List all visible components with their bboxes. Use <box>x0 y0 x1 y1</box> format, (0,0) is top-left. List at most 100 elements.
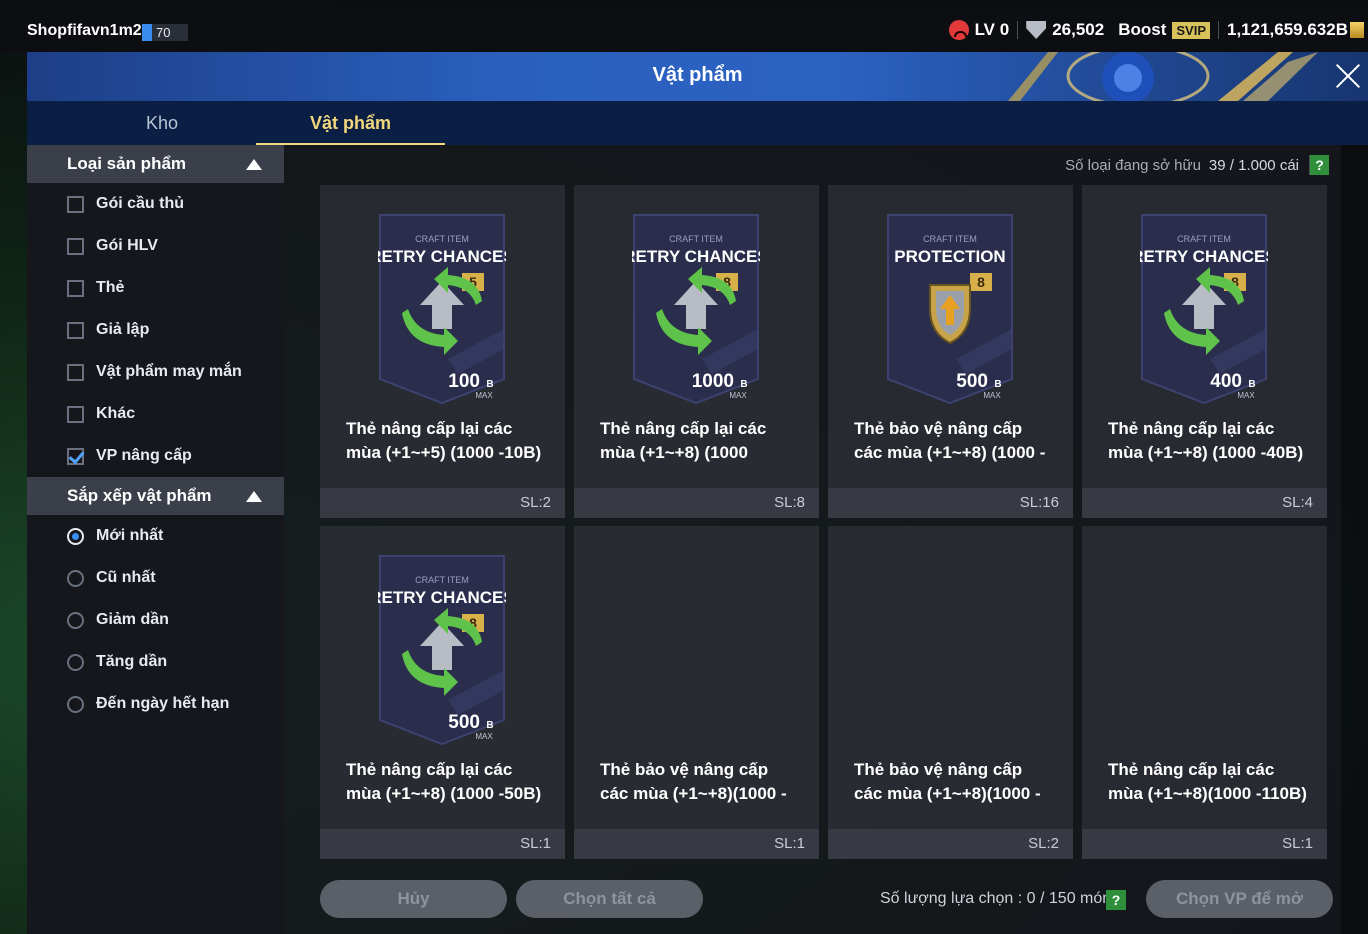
points-value: 26,502 <box>1052 20 1105 39</box>
cancel-button[interactable]: Hủy <box>320 880 507 918</box>
svg-text:B: B <box>486 379 493 390</box>
top-status-bar: Shopfifavn1m2 70 LV 0 26,502 Boost SVIP … <box>0 8 1368 52</box>
svg-text:RETRY CHANCES: RETRY CHANCES <box>632 247 760 266</box>
balance-value: 1,121,659.632B <box>1227 20 1348 39</box>
sort-option-label: Giảm dần <box>96 611 169 628</box>
item-card[interactable]: Thẻ bảo vệ nâng cấp các mùa (+1~+8)(1000… <box>574 526 819 859</box>
tab-bar: Kho Vật phẩm <box>27 101 1368 145</box>
header-banner: Vật phẩm <box>27 52 1368 101</box>
radio-button[interactable] <box>67 654 84 671</box>
item-card[interactable]: CRAFT ITEMRETRY CHANCES8500BMAX Thẻ nâng … <box>320 526 565 859</box>
sort-option-label: Tăng dần <box>96 653 168 670</box>
category-option[interactable]: VP nâng cấp <box>27 435 284 477</box>
tab-vat-pham[interactable]: Vật phẩm <box>256 101 445 145</box>
owned-count: Số loại đang sở hữu 39 / 1.000 cái ? <box>1065 155 1329 175</box>
coin-icon <box>1350 22 1364 38</box>
divider <box>1218 21 1219 39</box>
item-card[interactable]: CRAFT ITEM PROTECTION 8 500 B MAX Thẻ bảo vệ n… <box>828 185 1073 518</box>
item-footer: SL:4 <box>1082 488 1327 518</box>
checkbox[interactable] <box>67 196 84 213</box>
category-option-label: Vật phẩm may mắn <box>96 363 242 380</box>
category-option[interactable]: Giả lập <box>27 309 284 351</box>
item-card[interactable]: Thẻ bảo vệ nâng cấp các mùa (+1~+8)(1000… <box>828 526 1073 859</box>
item-footer: SL:8 <box>574 488 819 518</box>
sort-option[interactable]: Cũ nhất <box>27 557 284 599</box>
item-card[interactable]: CRAFT ITEMRETRY CHANCES81000BMAXThẻ nâng… <box>574 185 819 518</box>
item-footer: SL:2 <box>828 829 1073 859</box>
item-card[interactable]: CRAFT ITEMRETRY CHANCES5100BMAXThẻ nâng … <box>320 185 565 518</box>
checkbox[interactable] <box>67 280 84 297</box>
item-quantity: SL:2 <box>1028 835 1059 852</box>
open-selected-button[interactable]: Chọn VP để mở <box>1146 880 1333 918</box>
svg-text:8: 8 <box>977 274 985 290</box>
page-title: Vật phẩm <box>652 64 743 86</box>
select-all-button[interactable]: Chọn tất cả <box>516 880 703 918</box>
svg-text:MAX: MAX <box>475 732 493 741</box>
category-option[interactable]: Gói cầu thủ <box>27 183 284 225</box>
svg-text:RETRY CHANCES: RETRY CHANCES <box>378 588 506 607</box>
category-section-header[interactable]: Loại sản phẩm <box>27 145 284 183</box>
svg-text:CRAFT ITEM: CRAFT ITEM <box>669 234 723 244</box>
checkbox[interactable] <box>67 322 84 339</box>
boost-label: Boost <box>1118 20 1167 39</box>
radio-button[interactable] <box>67 696 84 713</box>
svg-text:MAX: MAX <box>983 391 1001 400</box>
svg-text:1000: 1000 <box>692 371 734 392</box>
item-name: Thẻ bảo vệ nâng cấp các mùa (+1~+8)(1000… <box>600 760 787 803</box>
svg-text:MAX: MAX <box>729 391 747 400</box>
radio-button[interactable] <box>67 528 84 545</box>
owned-label: Số loại đang sở hữu <box>1065 156 1201 174</box>
svg-text:MAX: MAX <box>475 391 493 400</box>
user-level-badge: 70 <box>142 24 189 41</box>
category-option[interactable]: Vật phẩm may mắn <box>27 351 284 393</box>
retry-arrows-icon: CRAFT ITEMRETRY CHANCES8500BMAX <box>369 550 515 746</box>
tab-kho[interactable]: Kho <box>67 101 257 145</box>
checkbox[interactable] <box>67 238 84 255</box>
category-option-label: Gói cầu thủ <box>96 195 184 212</box>
category-option-label: Gói HLV <box>96 237 158 254</box>
sort-option[interactable]: Mới nhất <box>27 515 284 557</box>
svg-text:RETRY CHANCES: RETRY CHANCES <box>1140 247 1268 266</box>
selection-count: Số lượng lựa chọn : 0 / 150 món <box>880 890 1112 907</box>
checkbox[interactable] <box>67 448 84 465</box>
close-button[interactable] <box>1328 56 1368 96</box>
svg-text:CRAFT ITEM: CRAFT ITEM <box>1177 234 1231 244</box>
item-card[interactable]: CRAFT ITEMRETRY CHANCES8400BMAXThẻ nâng … <box>1082 185 1327 518</box>
item-name: Thẻ nâng cấp lại các mùa (+1~+8) (1000 -… <box>346 760 542 803</box>
shield-points-icon <box>1026 21 1047 39</box>
item-name: Thẻ bảo vệ nâng cấp các mùa (+1~+8) (100… <box>854 419 1046 462</box>
checkbox[interactable] <box>67 364 84 381</box>
item-name: Thẻ nâng cấp lại các mùa (+1~+8) (1000 -… <box>600 419 767 462</box>
svg-text:500: 500 <box>956 371 988 392</box>
item-footer: SL:16 <box>828 488 1073 518</box>
category-option[interactable]: Gói HLV <box>27 225 284 267</box>
collapse-triangle-icon[interactable] <box>246 159 262 170</box>
item-quantity: SL:2 <box>520 494 551 511</box>
category-option[interactable]: Thẻ <box>27 267 284 309</box>
item-footer: SL:1 <box>574 829 819 859</box>
category-option-label: Thẻ <box>96 279 125 296</box>
category-option-label: Giả lập <box>96 321 150 338</box>
item-name: Thẻ nâng cấp lại các mùa (+1~+8)(1000 -1… <box>1108 760 1307 803</box>
sort-option[interactable]: Đến ngày hết hạn <box>27 683 284 725</box>
svg-text:CRAFT ITEM: CRAFT ITEM <box>415 234 469 244</box>
category-option-label: VP nâng cấp <box>96 447 192 464</box>
sort-option[interactable]: Giảm dần <box>27 599 284 641</box>
radio-button[interactable] <box>67 570 84 587</box>
radio-button[interactable] <box>67 612 84 629</box>
sort-option[interactable]: Tăng dần <box>27 641 284 683</box>
svg-text:400: 400 <box>1210 371 1242 392</box>
help-icon[interactable]: ? <box>1106 890 1126 910</box>
help-icon[interactable]: ? <box>1309 155 1329 175</box>
sort-section-header[interactable]: Sắp xếp vật phẩm <box>27 477 284 515</box>
svg-text:CRAFT ITEM: CRAFT ITEM <box>923 234 977 244</box>
checkbox[interactable] <box>67 406 84 423</box>
svg-text:MAX: MAX <box>1237 391 1255 400</box>
item-footer: SL:1 <box>1082 829 1327 859</box>
svg-text:RETRY CHANCES: RETRY CHANCES <box>378 247 506 266</box>
collapse-triangle-icon[interactable] <box>246 491 262 502</box>
item-card[interactable]: Thẻ nâng cấp lại các mùa (+1~+8)(1000 -1… <box>1082 526 1327 859</box>
item-name: Thẻ bảo vệ nâng cấp các mùa (+1~+8)(1000… <box>854 760 1041 803</box>
sort-option-label: Đến ngày hết hạn <box>96 695 230 712</box>
category-option[interactable]: Khác <box>27 393 284 435</box>
